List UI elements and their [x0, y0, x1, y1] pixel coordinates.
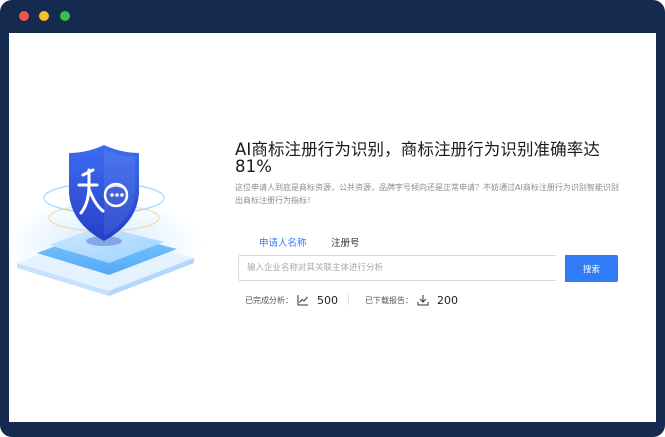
page-content: AI商标注册行为识别，商标注册行为识别准确率达81% 这位申请人到底是商标资源，…	[9, 33, 656, 422]
app-window: AI商标注册行为识别，商标注册行为识别准确率达81% 这位申请人到底是商标资源，…	[0, 0, 665, 437]
ai-shield-illustration	[9, 145, 204, 296]
tab-registration-number[interactable]: 注册号	[331, 235, 360, 249]
page-description: 这位申请人到底是商标资源，公共资源，品牌字号倾向还是正常申请？不妨通过AI商标注…	[235, 183, 619, 205]
window-minimize-button[interactable]	[39, 11, 49, 21]
download-icon	[417, 295, 429, 306]
downloaded-reports-value: 200	[437, 293, 458, 307]
search-button[interactable]: 搜索	[565, 255, 618, 282]
tab-applicant-name[interactable]: 申请人名称	[259, 235, 307, 249]
downloaded-reports-label: 已下载报告：	[365, 295, 413, 305]
completed-analysis-value: 500	[317, 293, 338, 307]
window-maximize-button[interactable]	[60, 11, 70, 21]
stats-divider	[348, 293, 349, 305]
window-titlebar	[0, 0, 665, 33]
trend-chart-icon	[297, 295, 308, 306]
window-close-button[interactable]	[19, 11, 29, 21]
completed-analysis-label: 已完成分析：	[245, 295, 293, 305]
downloaded-reports-stat: 已下载报告： 200	[365, 293, 458, 307]
completed-analysis-stat: 已完成分析： 500	[245, 293, 338, 307]
page-title: AI商标注册行为识别，商标注册行为识别准确率达81%	[235, 140, 600, 176]
search-input[interactable]	[238, 255, 556, 281]
